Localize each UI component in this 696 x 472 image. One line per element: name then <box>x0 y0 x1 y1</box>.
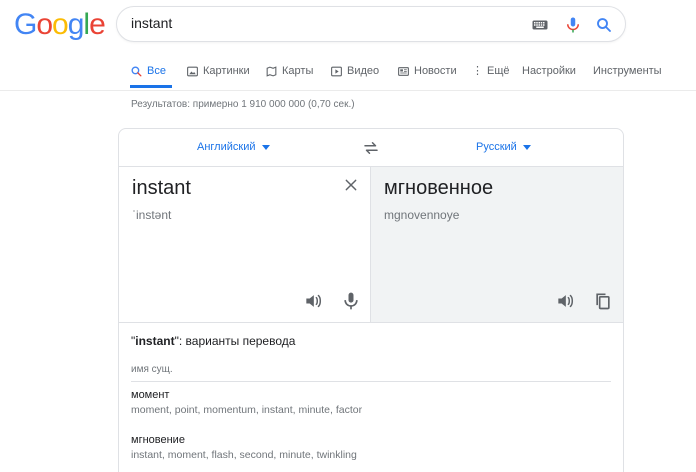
tab-label: Настройки <box>522 65 576 77</box>
image-icon <box>187 66 198 76</box>
list-item: момент moment, point, momentum, instant,… <box>131 389 362 416</box>
tab-label: Новости <box>414 65 457 77</box>
speaker-icon[interactable] <box>555 291 575 311</box>
tab-news[interactable]: Новости <box>397 60 457 82</box>
speaker-icon[interactable] <box>303 291 323 311</box>
language-row: Английский Русский <box>119 129 623 167</box>
source-pane: instant ˈinstənt <box>119 167 371 323</box>
list-item: мгновение instant, moment, flash, second… <box>131 434 357 461</box>
target-language-label: Русский <box>476 141 517 153</box>
microphone-icon[interactable] <box>564 16 582 34</box>
variants-heading: "instant": варианты перевода <box>131 334 296 348</box>
source-language-label: Английский <box>197 141 256 153</box>
translate-card: Английский Русский instant ˈinstənt мгно… <box>118 128 624 472</box>
divider <box>131 381 611 382</box>
tab-label: Видео <box>347 65 380 77</box>
logo-letter: o <box>36 8 53 41</box>
variants-suffix: : варианты перевода <box>178 334 296 348</box>
tab-maps[interactable]: Карты <box>265 60 313 82</box>
variant-synonyms: moment, point, momentum, instant, minute… <box>131 404 363 416</box>
variants-word: instant <box>135 334 175 348</box>
tab-settings[interactable]: Настройки <box>522 60 576 82</box>
part-of-speech: имя сущ. <box>131 364 173 375</box>
tab-video[interactable]: Видео <box>330 60 379 82</box>
tab-label: Инструменты <box>593 65 662 77</box>
source-phonetic: ˈinstənt <box>132 208 172 222</box>
video-icon <box>331 66 342 76</box>
target-language-select[interactable]: Русский <box>476 141 531 153</box>
search-input[interactable] <box>131 15 511 31</box>
tabs-divider <box>0 90 696 91</box>
search-box <box>116 6 626 42</box>
variant-word[interactable]: мгновение <box>131 434 357 446</box>
close-icon[interactable] <box>343 177 359 193</box>
swap-languages-icon[interactable] <box>362 139 380 157</box>
search-icon <box>131 65 142 77</box>
chevron-down-icon <box>261 145 270 150</box>
variant-word[interactable]: момент <box>131 389 362 401</box>
tab-all[interactable]: Все <box>130 60 172 88</box>
target-text: мгновенное <box>384 177 494 199</box>
source-language-select[interactable]: Английский <box>197 141 270 153</box>
target-phonetic: mgnovennoye <box>384 208 460 222</box>
microphone-icon[interactable] <box>341 291 361 311</box>
chevron-down-icon <box>522 145 531 150</box>
search-tabs: Все Картинки Карты Видео Новости ⋮ Ещё Н… <box>130 60 690 88</box>
logo-letter: g <box>67 8 85 41</box>
results-stats: Результатов: примерно 1 910 000 000 (0,7… <box>131 99 355 110</box>
map-icon <box>266 65 277 77</box>
copy-icon[interactable] <box>593 291 613 311</box>
search-icon[interactable] <box>595 16 613 34</box>
keyboard-icon[interactable] <box>531 16 549 34</box>
tab-label: Карты <box>282 65 314 77</box>
tab-tools[interactable]: Инструменты <box>593 60 662 82</box>
news-icon <box>398 66 409 76</box>
more-vert-icon: ⋮ <box>472 64 483 77</box>
tab-images[interactable]: Картинки <box>186 60 250 82</box>
tab-label: Картинки <box>203 65 250 77</box>
target-pane: мгновенное mgnovennoye <box>371 167 623 323</box>
logo-letter: e <box>89 8 106 41</box>
google-logo[interactable]: Google <box>14 8 106 42</box>
source-text[interactable]: instant <box>132 177 191 200</box>
logo-letter: o <box>52 8 69 41</box>
tab-label: Ещё <box>487 65 510 77</box>
tab-label: Все <box>147 65 166 77</box>
logo-letter: G <box>14 8 37 41</box>
tab-more[interactable]: ⋮ Ещё <box>472 60 510 82</box>
variant-synonyms: instant, moment, flash, second, minute, … <box>131 449 357 461</box>
